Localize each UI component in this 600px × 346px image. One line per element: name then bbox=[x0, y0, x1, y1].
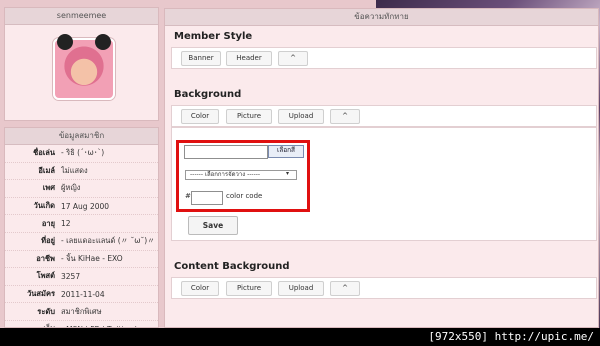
info-label: วันเกิด bbox=[33, 201, 55, 211]
info-row: ชื่อเล่น - ริธิ (´･ω･`) bbox=[5, 145, 158, 163]
member-info-list: ชื่อเล่น - ริธิ (´･ω･`) อีเมล์ ไม่แสดงเพศ ผู… bbox=[5, 145, 158, 327]
info-row: อีเมล์ ไม่แสดง bbox=[5, 163, 158, 181]
member-style-toolbar: Banner Header ^ bbox=[171, 47, 597, 69]
layout-select[interactable]: ------ เลือกการจัดวาง ------ bbox=[185, 170, 297, 180]
info-row: โพสต์ 3257 bbox=[5, 268, 158, 286]
info-value: ผู้หญิง bbox=[61, 183, 81, 193]
info-label: อาชีพ bbox=[36, 253, 55, 263]
save-button[interactable]: Save bbox=[188, 216, 238, 235]
info-label: ชื่อเล่น bbox=[33, 148, 55, 158]
color-picker-button[interactable]: เลือกสี bbox=[268, 145, 304, 158]
page-frame: senmeemee ข้อมูลสมาชิก ชื่อเล่น - ริธิ (´… bbox=[0, 0, 600, 328]
color-input[interactable] bbox=[184, 145, 268, 159]
info-value: ไม่แสดง bbox=[61, 165, 88, 175]
banner-button[interactable]: Banner bbox=[181, 51, 221, 66]
hash-label: # bbox=[185, 192, 191, 200]
color-code-label: color code bbox=[226, 192, 263, 200]
member-style-collapse-button[interactable]: ^ bbox=[278, 51, 308, 66]
background-title: Background bbox=[174, 89, 242, 100]
info-label: อายุ bbox=[41, 218, 55, 228]
content-background-toolbar: Color Picture Upload ^ bbox=[171, 277, 597, 299]
avatar-ear-left bbox=[57, 34, 73, 50]
profile-panel: senmeemee bbox=[4, 7, 159, 121]
bg-picture-button[interactable]: Picture bbox=[226, 109, 272, 124]
member-info-header: ข้อมูลสมาชิก bbox=[5, 128, 158, 145]
info-row: ระดับ สมาชิกพิเศษ bbox=[5, 303, 158, 321]
info-row: วันเกิด 17 Aug 2000 bbox=[5, 198, 158, 216]
background-editor: เลือกสี ------ เลือกการจัดวาง ------ ▾ #… bbox=[171, 127, 597, 241]
bg-upload-button[interactable]: Upload bbox=[278, 109, 324, 124]
info-label: โพสต์ bbox=[36, 271, 55, 281]
info-label: อีเมล์ bbox=[38, 165, 55, 175]
watermark-text: [972x550] http://upic.me/ bbox=[428, 330, 594, 343]
member-style-title: Member Style bbox=[174, 31, 253, 42]
info-label: วันสมัคร bbox=[27, 289, 55, 299]
watermark-bar: [972x550] http://upic.me/ bbox=[0, 328, 600, 346]
bg-color-button[interactable]: Color bbox=[181, 109, 219, 124]
info-value: 17 Aug 2000 bbox=[61, 201, 110, 211]
info-value: 3257 bbox=[61, 271, 81, 281]
info-label: ที่อยู่ bbox=[41, 236, 55, 246]
info-value: สมาชิกพิเศษ bbox=[61, 306, 102, 316]
bg-collapse-button[interactable]: ^ bbox=[330, 109, 360, 124]
info-row: อายุ 12 bbox=[5, 215, 158, 233]
info-label: ระดับ bbox=[37, 306, 55, 316]
info-row: ที่อยู่ - เลยแดอะแลนด์ (〃 ˘ω˘)〃 bbox=[5, 233, 158, 251]
info-value: - ริธิ (´･ω･`) bbox=[61, 148, 105, 158]
chevron-down-icon: ▾ bbox=[286, 170, 290, 177]
content-collapse-button[interactable]: ^ bbox=[330, 281, 360, 296]
content-color-button[interactable]: Color bbox=[181, 281, 219, 296]
username-header: senmeemee bbox=[5, 8, 158, 25]
color-code-input[interactable] bbox=[191, 191, 223, 205]
info-row: วันสมัคร 2011-11-04 bbox=[5, 286, 158, 304]
member-info-panel: ข้อมูลสมาชิก ชื่อเล่น - ริธิ (´･ω･`) อีเมล… bbox=[4, 127, 159, 328]
main-header: ข้อความทักทาย bbox=[165, 9, 598, 26]
info-row: เว็บ- MSN | FB | Twitter | bbox=[5, 321, 158, 327]
info-value: - เลยแดอะแลนด์ (〃 ˘ω˘)〃 bbox=[61, 236, 155, 246]
content-upload-button[interactable]: Upload bbox=[278, 281, 324, 296]
info-value: - จิ้น KiHae - EXO bbox=[61, 253, 123, 263]
content-picture-button[interactable]: Picture bbox=[226, 281, 272, 296]
info-value: 12 bbox=[61, 219, 71, 229]
content-background-title: Content Background bbox=[174, 261, 290, 272]
info-row: อาชีพ - จิ้น KiHae - EXO bbox=[5, 251, 158, 269]
info-row: เพศ ผู้หญิง bbox=[5, 180, 158, 198]
main-panel: ข้อความทักทาย Member Style Banner Header… bbox=[164, 8, 599, 328]
background-toolbar: Color Picture Upload ^ bbox=[171, 105, 597, 127]
avatar[interactable] bbox=[53, 34, 115, 100]
info-value: 2011-11-04 bbox=[61, 289, 105, 299]
header-button[interactable]: Header bbox=[226, 51, 272, 66]
info-label: เพศ bbox=[42, 183, 55, 193]
avatar-ear-right bbox=[95, 34, 111, 50]
